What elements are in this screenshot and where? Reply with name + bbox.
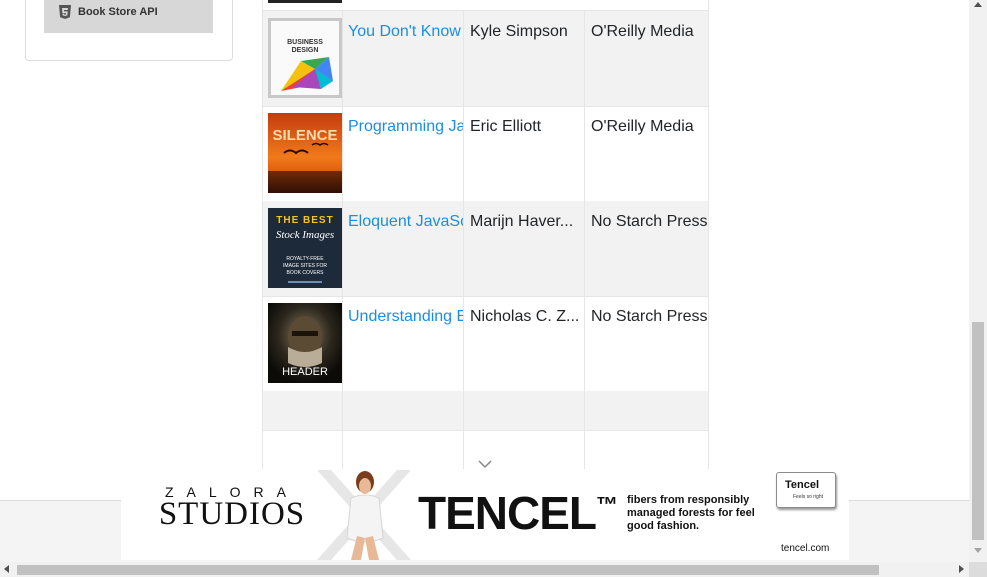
book-title-link[interactable]: Understanding ECMAScript 6 [348,308,463,325]
sidebar-item-book-store-api[interactable]: Book Store API [44,0,213,33]
cover-title: HEADER [282,366,328,378]
cover-title: SILENCE [272,127,337,144]
table-row: SILENCE Programming JavaScript Applicati… [263,106,708,202]
book-title-link[interactable]: Eloquent JavaScript, Second Edition [348,213,463,230]
scroll-left-icon[interactable] [4,565,9,573]
tencel-logo: TENCEL™ [418,487,618,539]
book-cover-image: HEADER [268,303,342,383]
book-cover-image: THE BEST Stock Images ROYALTY-FREE IMAGE… [268,208,342,288]
svg-text:Stock Images: Stock Images [276,229,334,241]
tencel-badge: Tencel Feels so right [776,472,836,508]
scroll-down-icon[interactable] [974,548,982,553]
ad-domain: tencel.com [781,543,830,554]
book-publisher: No Starch Press [591,213,708,230]
book-author: Nicholas C. Z... [464,296,585,391]
book-title-link[interactable]: Programming JavaScript Applications [348,118,463,135]
ad-model-image [317,470,411,560]
svg-text:ROYALTY-FREE: ROYALTY-FREE [286,256,324,262]
books-table: BUSINESS DESIGN You Don't Know JS Kyle S… [262,0,709,469]
book-author: Kyle Simpson [464,11,585,106]
book-author: Eric Elliott [464,106,585,201]
svg-text:DESIGN: DESIGN [292,47,319,54]
book-author: Marijn Haver... [464,201,585,296]
table-row [263,391,708,431]
table-row: BUSINESS DESIGN You Don't Know JS Kyle S… [263,11,708,107]
html5-icon [58,4,72,20]
table-row: HEADER Understanding ECMAScript 6 Nichol… [263,296,708,392]
book-cover-image: BUSINESS DESIGN [268,18,342,98]
book-publisher: O'Reilly Media [591,23,694,40]
scrollbar-corner [969,562,987,577]
chevron-down-icon[interactable] [477,456,493,469]
svg-text:BOOK COVERS: BOOK COVERS [287,270,325,276]
advertisement-banner[interactable]: ZALORA STUDIOS TENCEL™ fibers from respo… [121,470,849,560]
cover-title: BUSINESS [287,39,323,46]
sidebar-item-label: Book Store API [78,6,158,18]
table-row: THE BEST Stock Images ROYALTY-FREE IMAGE… [263,201,708,297]
book-cover-image: SILENCE [268,113,342,193]
book-publisher: O'Reilly Media [591,118,694,135]
ad-tagline: fibers from responsibly managed forests … [627,494,755,532]
sidebar-panel: Book Store API [25,0,233,61]
table-row [263,0,708,11]
book-cover-image [268,0,342,3]
scroll-up-icon[interactable] [974,2,982,7]
cover-title: THE BEST [276,215,333,226]
svg-text:IMAGE SITES FOR: IMAGE SITES FOR [283,263,327,269]
vertical-scrollbar-thumb[interactable] [972,322,984,540]
scroll-right-icon[interactable] [959,565,964,573]
book-publisher: No Starch Press [591,308,708,325]
zalora-logo: ZALORA STUDIOS [158,484,306,532]
horizontal-scrollbar-thumb[interactable] [17,565,879,575]
book-title-link[interactable]: You Don't Know JS [348,23,463,40]
